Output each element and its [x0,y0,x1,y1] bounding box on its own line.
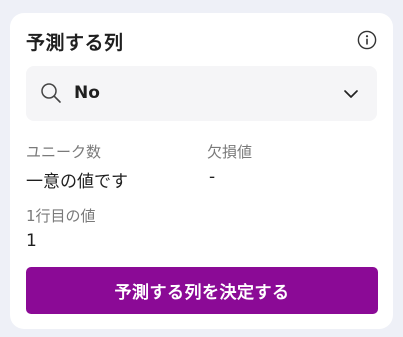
unique-count-value: 一意の値です [26,172,128,192]
panel-title: 予測する列 [26,32,124,54]
search-icon [41,83,61,103]
first-row-label: 1行目の値 [26,207,96,225]
info-circle-icon[interactable] [357,30,377,50]
target-column-select[interactable]: No [26,66,377,121]
missing-values-value: - [209,167,216,187]
first-row-value: 1 [26,231,37,251]
confirm-target-column-button[interactable]: 予測する列を決定する [26,267,378,314]
missing-values-label: 欠損値 [207,143,253,161]
target-column-panel: 予測する列 No ユニーク数 一意の値です 欠損値 - 1行目の値 1 予測する… [10,13,393,329]
unique-count-label: ユニーク数 [26,143,102,161]
selected-column-value: No [74,83,100,103]
chevron-down-icon [344,90,358,98]
